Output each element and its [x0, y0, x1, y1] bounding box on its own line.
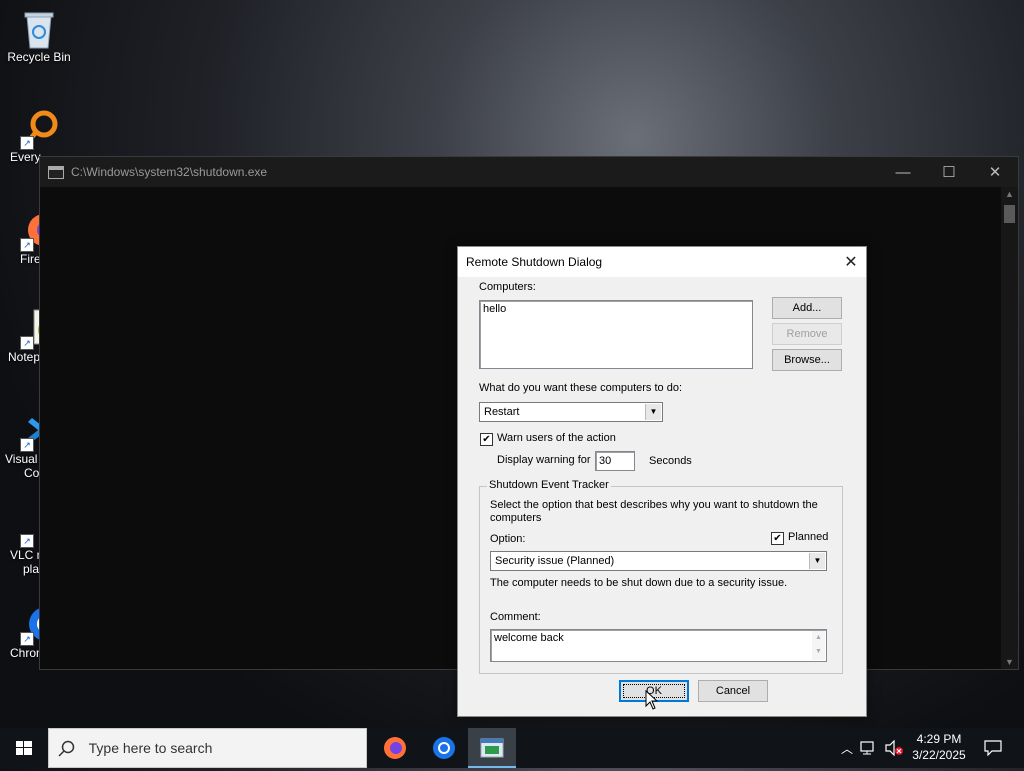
firefox-icon — [384, 737, 406, 759]
warn-users-label: Warn users of the action — [497, 432, 616, 444]
taskbar: Type here to search ︿ 4:29 PM 3/22/2025 — [0, 728, 1024, 768]
shutdown-app-icon — [480, 738, 504, 758]
add-button[interactable]: Add... — [772, 297, 842, 319]
dialog-titlebar[interactable]: Remote Shutdown Dialog ✕ — [458, 247, 866, 277]
minimize-button[interactable]: — — [880, 164, 926, 181]
search-placeholder: Type here to search — [88, 740, 213, 756]
shortcut-arrow-icon: ↗ — [20, 438, 34, 452]
seconds-label: Seconds — [649, 455, 692, 467]
remote-shutdown-dialog[interactable]: Remote Shutdown Dialog ✕ Computers: hell… — [457, 246, 867, 717]
shortcut-arrow-icon: ↗ — [20, 336, 34, 350]
taskbar-firefox[interactable] — [371, 728, 419, 768]
scroll-down-icon[interactable]: ▼ — [1001, 657, 1018, 667]
warn-users-checkbox[interactable]: ✔ — [480, 433, 493, 446]
windows-logo-icon — [16, 741, 32, 755]
shortcut-arrow-icon: ↗ — [20, 534, 34, 548]
dialog-close-button[interactable]: ✕ — [836, 252, 866, 272]
taskbar-chrome[interactable] — [420, 728, 468, 768]
volume-muted-icon — [885, 739, 903, 757]
option-select-value: Security issue (Planned) — [495, 555, 615, 567]
shortcut-arrow-icon: ↗ — [20, 632, 34, 646]
planned-label: Planned — [788, 531, 829, 543]
comment-label: Comment: — [490, 611, 541, 623]
network-icon — [860, 741, 874, 755]
chevron-down-icon[interactable]: ▼ — [645, 404, 661, 420]
remove-button[interactable]: Remove — [772, 323, 842, 345]
warning-seconds-input[interactable]: 30 — [595, 451, 635, 471]
desktop-icon-recycle-bin[interactable]: Recycle Bin — [1, 8, 77, 64]
maximize-button[interactable]: ☐ — [926, 163, 972, 181]
shortcut-arrow-icon: ↗ — [20, 136, 34, 150]
search-icon — [49, 729, 85, 767]
shortcut-arrow-icon: ↗ — [20, 238, 34, 252]
comment-value: welcome back — [494, 632, 564, 644]
console-app-icon — [48, 165, 64, 179]
chrome-icon — [433, 737, 455, 759]
action-select-value: Restart — [484, 406, 520, 418]
action-label: What do you want these computers to do: — [479, 382, 683, 394]
scrollbar-thumb[interactable] — [1004, 205, 1015, 223]
console-titlebar[interactable]: C:\Windows\system32\shutdown.exe — ☐ ✕ — [40, 157, 1018, 187]
clock[interactable]: 4:29 PM 3/22/2025 — [906, 728, 972, 771]
network-status[interactable] — [860, 728, 882, 768]
volume-status[interactable] — [884, 728, 906, 768]
clock-time: 4:29 PM — [916, 732, 962, 746]
tracker-description: Select the option that best describes wh… — [490, 499, 818, 524]
notification-icon — [984, 740, 1002, 757]
chevron-up-icon: ︿ — [840, 742, 853, 756]
everything-search-icon: ↗ — [20, 108, 62, 150]
comment-scrollbar[interactable]: ▲ ▼ — [812, 631, 825, 660]
option-select[interactable]: Security issue (Planned) ▼ — [490, 551, 827, 571]
comment-input[interactable]: welcome back ▲ ▼ — [490, 629, 827, 662]
scroll-up-icon[interactable]: ▲ — [1001, 189, 1018, 199]
action-select[interactable]: Restart ▼ — [479, 402, 663, 422]
console-scrollbar[interactable]: ▲ ▼ — [1001, 187, 1018, 669]
computers-list[interactable]: hello — [479, 300, 753, 369]
planned-checkbox[interactable]: ✔ — [771, 532, 784, 545]
clock-date: 3/22/2025 — [912, 748, 966, 762]
option-label: Option: — [490, 533, 526, 545]
taskbar-search-box[interactable]: Type here to search — [48, 728, 367, 768]
display-warning-label: Display warning for — [497, 454, 591, 466]
tracker-legend: Shutdown Event Tracker — [487, 479, 611, 491]
action-center-button[interactable] — [978, 728, 1008, 768]
taskbar-shutdown-app[interactable] — [468, 728, 516, 768]
desktop-icon-label: Recycle Bin — [7, 50, 71, 64]
browse-button[interactable]: Browse... — [772, 349, 842, 371]
show-hidden-icons-button[interactable]: ︿ — [838, 728, 856, 768]
option-description: The computer needs to be shut down due t… — [490, 577, 788, 589]
console-title: C:\Windows\system32\shutdown.exe — [71, 165, 268, 179]
dialog-title: Remote Shutdown Dialog — [466, 255, 603, 269]
chevron-down-icon[interactable]: ▼ — [809, 553, 825, 569]
cancel-button[interactable]: Cancel — [698, 680, 768, 702]
mouse-cursor-icon — [645, 689, 659, 713]
computers-label: Computers: — [479, 281, 536, 293]
close-button[interactable]: ✕ — [972, 163, 1018, 181]
recycle-bin-icon — [19, 8, 59, 49]
shutdown-event-tracker-group: Shutdown Event Tracker Select the option… — [479, 479, 843, 674]
start-button[interactable] — [0, 728, 48, 768]
